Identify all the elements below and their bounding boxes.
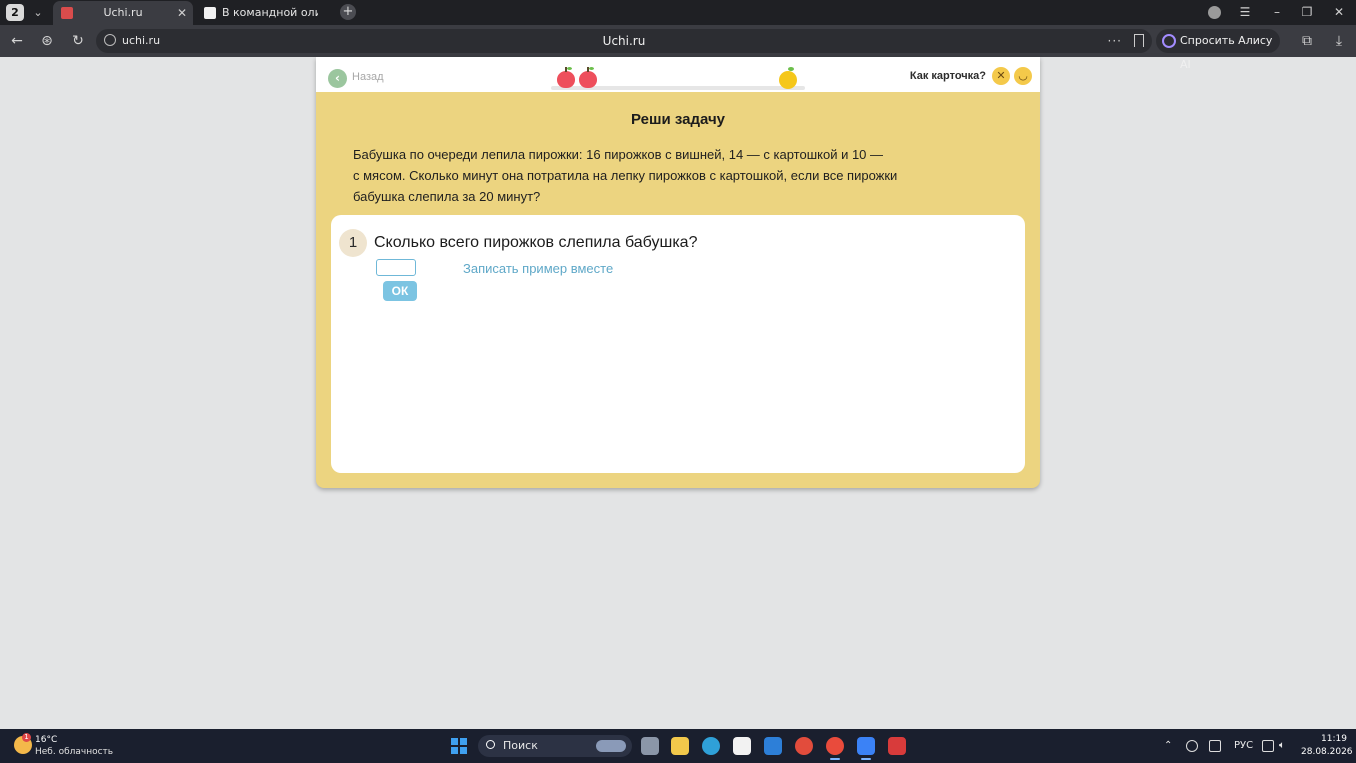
edge-icon[interactable] — [702, 737, 720, 755]
sync-icon[interactable] — [1186, 740, 1198, 752]
clock-time[interactable]: 11:19 — [1321, 734, 1347, 744]
weather-temperature[interactable]: 16°C — [35, 735, 57, 745]
back-chevron-icon[interactable]: ‹ — [328, 69, 347, 88]
tab-list-chevron-icon[interactable]: ⌄ — [29, 3, 47, 22]
question-number: 1 — [339, 229, 367, 257]
problem-text: Бабушка по очереди лепила пирожки: 16 пи… — [353, 144, 933, 207]
search-label: Поиск — [503, 739, 538, 752]
new-tab-plus-icon[interactable]: + — [340, 4, 356, 20]
write-together-link[interactable]: Записать пример вместе — [463, 261, 613, 276]
uchi-favicon-icon — [61, 7, 73, 19]
problem-line: бабушка слепила за 20 минут? — [353, 189, 541, 204]
windows-taskbar: 1 16°C Неб. облачность Поиск ⌃ РУС 🔈︎ 11… — [0, 729, 1356, 763]
profile-avatar-icon[interactable] — [1208, 6, 1221, 19]
start-windows-icon[interactable] — [451, 738, 467, 754]
weather-notification-badge: 1 — [22, 733, 31, 742]
taskbar-search[interactable]: Поиск — [478, 735, 632, 757]
chrome-icon[interactable] — [795, 737, 813, 755]
volume-icon[interactable]: 🔈︎ — [1279, 729, 1285, 763]
task-heading: Реши задачу — [630, 111, 725, 128]
browser-navbar: ← ⊛ ↻ uchi.ru Uchi.ru ··· Спросить Алису… — [0, 25, 1356, 71]
task-view-icon[interactable] — [641, 737, 659, 755]
browser-tab-strip: 2 ⌄ Uchi.ru ✕ В командной олимпиаде + ☰ … — [0, 0, 1356, 25]
bookmark-icon[interactable] — [1134, 34, 1144, 47]
minimize-icon[interactable]: – — [1262, 0, 1292, 25]
tab-count-badge[interactable]: 2 — [6, 4, 24, 21]
apple-icon — [579, 67, 597, 88]
browser-menu-icon[interactable]: ☰ — [1230, 0, 1260, 25]
question-text: Сколько всего пирожков слепила бабушка? — [374, 234, 698, 251]
tab-olympiad[interactable]: В командной олимпиаде — [196, 1, 334, 25]
messenger-icon[interactable] — [857, 737, 875, 760]
language-indicator[interactable]: РУС — [1234, 729, 1253, 763]
weather-description[interactable]: Неб. облачность — [35, 747, 113, 757]
lemon-icon — [779, 67, 797, 89]
page-title: Uchi.ru — [602, 34, 646, 48]
alice-icon — [1162, 34, 1176, 48]
display-icon[interactable] — [1262, 740, 1274, 752]
clock-date[interactable]: 28.08.2026 — [1301, 747, 1353, 757]
tab-uchi[interactable]: Uchi.ru ✕ — [53, 1, 193, 25]
search-highlight-icon — [596, 740, 626, 752]
dislike-face-icon[interactable]: ✕ — [992, 67, 1010, 85]
search-icon — [486, 740, 495, 749]
protect-shield-icon[interactable]: ⊛ — [38, 32, 56, 50]
tray-chevron-up-icon[interactable]: ⌃ — [1164, 729, 1172, 763]
olympiad-favicon-icon — [204, 7, 216, 19]
ok-button[interactable]: ОК — [383, 281, 417, 301]
address-bar[interactable]: uchi.ru Uchi.ru ··· — [96, 29, 1152, 53]
card-header: ‹ Назад Как карточка? ✕ ◡ — [316, 57, 1040, 92]
kaspersky-icon[interactable] — [888, 737, 906, 755]
close-window-icon[interactable]: ✕ — [1324, 0, 1354, 25]
tab-close-icon[interactable]: ✕ — [177, 1, 187, 25]
problem-line: с мясом. Сколько минут она потратила на … — [353, 168, 898, 183]
network-icon[interactable] — [1209, 740, 1221, 752]
back-arrow-icon[interactable]: ← — [8, 32, 26, 50]
restore-icon[interactable]: ❐ — [1292, 0, 1322, 25]
ask-alice-button[interactable]: Спросить Алису AI — [1156, 29, 1280, 71]
back-link[interactable]: Назад — [352, 71, 384, 83]
file-explorer-icon[interactable] — [671, 737, 689, 755]
apple-icon — [557, 67, 575, 88]
tab-title: В командной олимпиаде — [222, 6, 318, 19]
answer-panel: 1 Сколько всего пирожков слепила бабушка… — [331, 215, 1025, 473]
alice-label: Спросить Алису AI — [1180, 34, 1273, 71]
collections-icon[interactable]: ⧉ — [1298, 32, 1316, 50]
mail-icon[interactable] — [764, 737, 782, 755]
yandex-browser-icon[interactable] — [826, 737, 844, 760]
like-face-icon[interactable]: ◡ — [1014, 67, 1032, 85]
rate-card-label: Как карточка? — [909, 70, 986, 82]
downloads-icon[interactable]: ⤓ — [1330, 32, 1348, 50]
task-card: ‹ Назад Как карточка? ✕ ◡ Реши задачу Ба… — [316, 57, 1040, 488]
tab-title: Uchi.ru — [103, 6, 143, 19]
reload-icon[interactable]: ↻ — [69, 32, 87, 50]
store-icon[interactable] — [733, 737, 751, 755]
answer-input[interactable] — [376, 259, 416, 276]
more-dots-icon[interactable]: ··· — [1108, 29, 1122, 53]
problem-line: Бабушка по очереди лепила пирожки: 16 пи… — [353, 147, 884, 162]
